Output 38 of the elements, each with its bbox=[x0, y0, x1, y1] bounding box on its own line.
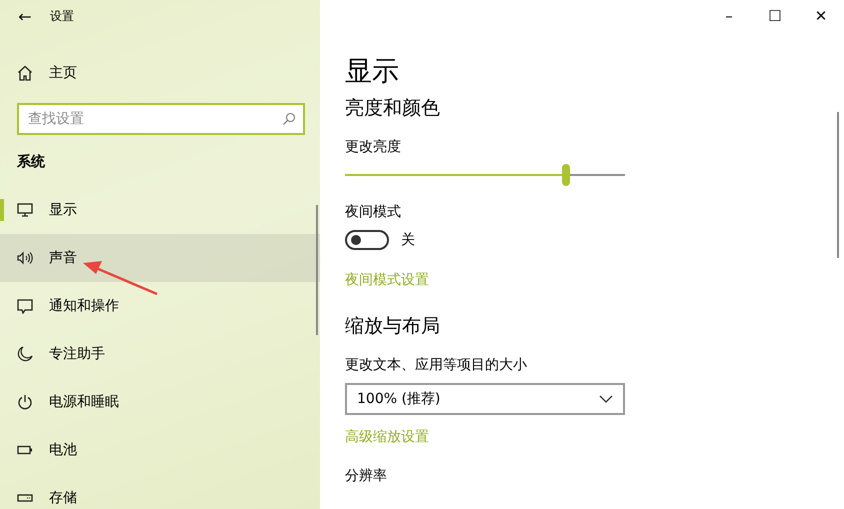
section-heading: 亮度和颜色 bbox=[345, 96, 440, 121]
sidebar-item[interactable]: 电池 bbox=[0, 426, 320, 474]
close-button[interactable]: ✕ bbox=[798, 0, 844, 32]
section-heading: 缩放与布局 bbox=[345, 314, 440, 339]
minimize-button[interactable]: – bbox=[706, 0, 752, 32]
setting-label: 分辨率 bbox=[345, 467, 387, 486]
sidebar-item[interactable]: 电源和睡眠 bbox=[0, 378, 320, 426]
sidebar-item[interactable]: 通知和操作 bbox=[0, 282, 320, 330]
toggle-switch[interactable] bbox=[345, 230, 389, 250]
sidebar-item[interactable]: 存储 bbox=[0, 474, 320, 509]
home-link[interactable]: 主页 bbox=[0, 49, 320, 97]
back-button[interactable]: ← bbox=[0, 0, 50, 32]
message-icon bbox=[17, 298, 33, 314]
dropdown-label: 更改文本、应用等项目的大小 bbox=[345, 356, 527, 375]
sidebar-item[interactable]: 专注助手 bbox=[0, 330, 320, 378]
page-title: 显示 bbox=[345, 55, 399, 89]
drive-icon bbox=[17, 494, 33, 502]
speaker-icon bbox=[17, 251, 33, 265]
chevron-down-icon bbox=[599, 395, 613, 403]
scrollbar[interactable] bbox=[837, 112, 839, 258]
scrollbar[interactable] bbox=[316, 205, 318, 335]
moon-icon bbox=[17, 346, 33, 362]
sidebar-item[interactable]: 声音 bbox=[0, 234, 320, 282]
sidebar-item[interactable]: 显示 bbox=[0, 186, 320, 234]
display-icon bbox=[17, 203, 33, 217]
section-heading: 系统 bbox=[17, 153, 46, 172]
window-title: 设置 bbox=[50, 8, 74, 24]
slider-thumb[interactable] bbox=[562, 164, 570, 186]
search-icon bbox=[282, 112, 296, 126]
home-icon bbox=[17, 65, 33, 81]
battery-icon bbox=[17, 445, 33, 455]
maximize-button[interactable]: ☐ bbox=[752, 0, 798, 32]
search-field[interactable]: 查找设置 bbox=[17, 103, 305, 135]
toggle-state: 关 bbox=[401, 231, 415, 249]
power-icon bbox=[17, 394, 33, 410]
slider-label: 更改亮度 bbox=[345, 138, 401, 157]
scale-dropdown[interactable]: 100% (推荐) bbox=[345, 383, 625, 415]
toggle-label: 夜间模式 bbox=[345, 203, 401, 222]
